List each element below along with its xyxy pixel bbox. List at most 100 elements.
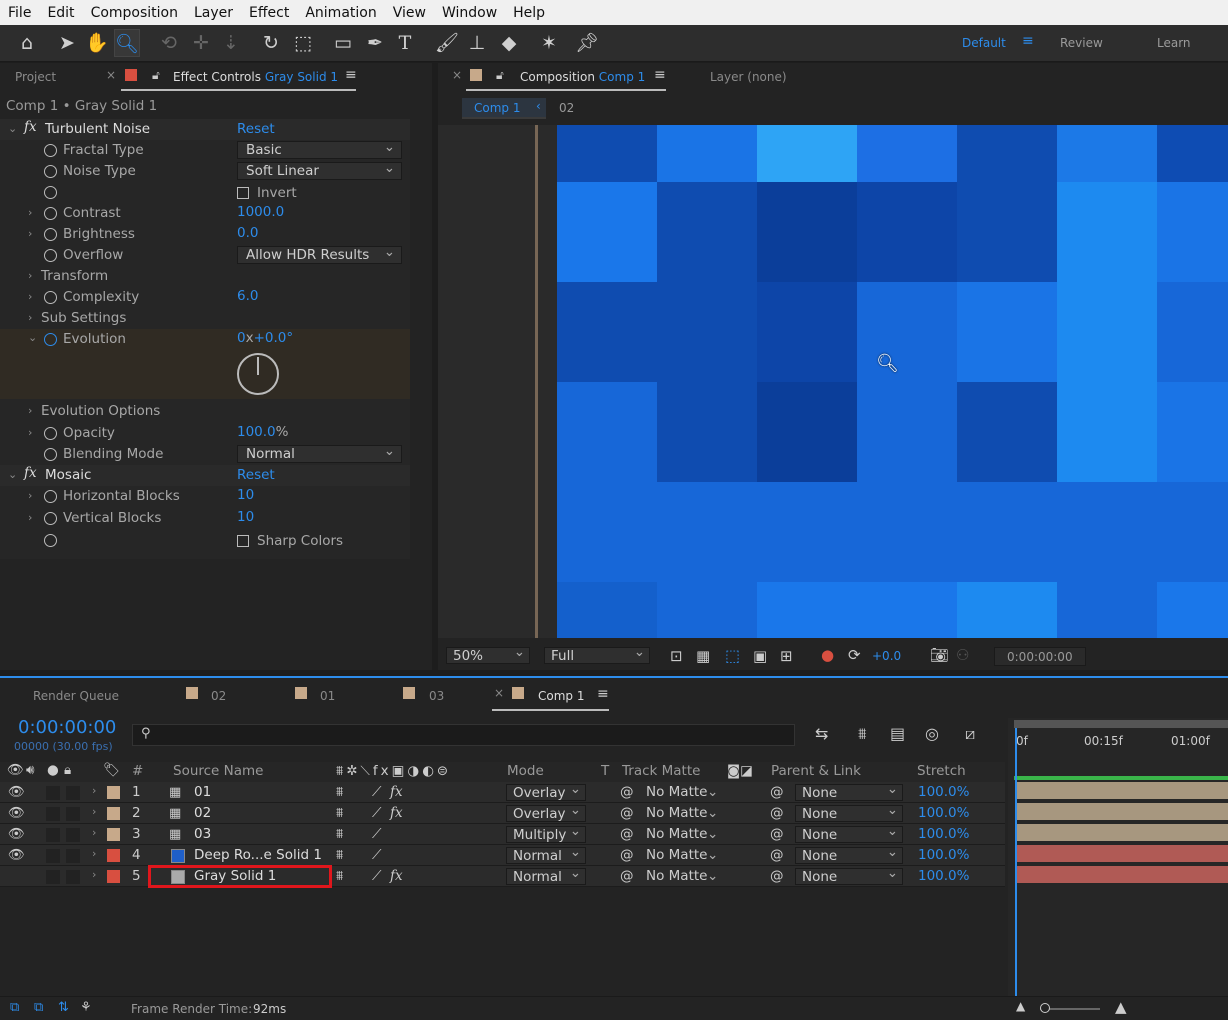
solo-switch[interactable]	[46, 849, 60, 863]
overflow-dropdown[interactable]: Allow HDR Results	[237, 244, 402, 264]
tab-03[interactable]: 03	[429, 689, 444, 703]
column-num[interactable]: #	[132, 763, 143, 779]
track-matte-pickwhip-icon[interactable]: @	[620, 868, 634, 884]
lock-switch[interactable]	[66, 870, 80, 884]
track-matte-value[interactable]: No Matte	[646, 868, 707, 884]
fast-previews-icon[interactable]: ⊡	[670, 647, 683, 665]
parent-pickwhip-icon[interactable]: @	[770, 847, 784, 863]
render-queue-tab[interactable]: Render Queue	[33, 689, 119, 703]
layer-name[interactable]: Deep Ro...e Solid 1	[194, 847, 322, 863]
evolution-value[interactable]: 0x+0.0°	[237, 330, 293, 346]
frame-blending-icon[interactable]: ▤	[890, 724, 905, 743]
track-matte-value[interactable]: No Matte	[646, 826, 707, 842]
chevron-right-icon[interactable]: ›	[28, 206, 32, 219]
contrast-value[interactable]: 1000.0	[237, 204, 284, 220]
opacity-value[interactable]: 100.0%	[237, 424, 288, 440]
snapshot-icon[interactable]: 📷︎	[930, 646, 949, 664]
chevron-right-icon[interactable]: ›	[28, 311, 32, 324]
layer-mode-dropdown[interactable]: Overlay	[506, 802, 586, 822]
work-area-bar[interactable]	[1014, 720, 1228, 728]
column-stretch[interactable]: Stretch	[917, 763, 966, 779]
workspace-menu-icon[interactable]: ≡	[1022, 33, 1034, 49]
layer-row[interactable]: 👁︎ › 2 ▦ 02 ⩩ ⟋ fx Overlay @ No Matte⌄ @ None 100.0%	[0, 802, 1005, 824]
motion-blur-icon[interactable]: ◎	[925, 724, 939, 743]
layer-mode-dropdown[interactable]: Normal	[506, 865, 586, 885]
brush-tool-icon[interactable]: 🖌︎	[434, 29, 460, 57]
rectangle-tool-icon[interactable]: ▭	[330, 29, 356, 57]
stopwatch-icon[interactable]	[44, 165, 57, 178]
blending-mode-dropdown[interactable]: Normal	[237, 443, 402, 463]
show-snapshot-icon[interactable]: ⚇	[956, 646, 969, 664]
layer-search-input[interactable]: ⚲	[132, 724, 795, 746]
puppet-pin-tool-icon[interactable]: 📌︎	[574, 29, 600, 57]
track-matte-value[interactable]: No Matte	[646, 805, 707, 821]
layer-row[interactable]: ›5Gray Solid 1⩩⟋fxNormal@No Matte⌄@None1…	[0, 865, 1005, 888]
workspace-learn[interactable]: Learn	[1157, 36, 1191, 50]
quality-switch-icon[interactable]: ⟋	[372, 784, 381, 800]
label-color-swatch[interactable]	[107, 870, 120, 883]
parent-pickwhip-icon[interactable]: @	[770, 784, 784, 800]
menu-view[interactable]: View	[385, 5, 434, 21]
eraser-tool-icon[interactable]: ◆	[496, 29, 522, 57]
shy-switch-icon[interactable]: ⩩	[336, 805, 343, 821]
eye-icon[interactable]: 👁︎	[8, 805, 25, 821]
layer-bar-4[interactable]	[1016, 845, 1228, 862]
lock-switch[interactable]	[66, 828, 80, 842]
label-column-icon[interactable]: 🏷︎	[103, 762, 120, 778]
toggle-switches-icon[interactable]: ⧉	[10, 1000, 19, 1015]
zoom-tool-icon[interactable]: 🔍︎	[114, 29, 140, 57]
lock-switch[interactable]	[66, 807, 80, 821]
time-ruler[interactable]: 0f 00:15f 01:00f	[1008, 718, 1228, 758]
stretch-value[interactable]: 100.0%	[918, 826, 969, 842]
track-matte-value[interactable]: No Matte	[646, 847, 707, 863]
parent-pickwhip-icon[interactable]: @	[770, 868, 784, 884]
shy-layers-icon[interactable]: ⩩	[858, 724, 867, 744]
layer-mode-dropdown[interactable]: Overlay	[506, 781, 586, 801]
close-tab-icon[interactable]: ×	[106, 68, 116, 82]
lock-switch[interactable]	[66, 849, 80, 863]
tab-02[interactable]: 02	[211, 689, 226, 703]
breadcrumb-comp1[interactable]: Comp 1 ‹	[462, 98, 546, 119]
clone-stamp-tool-icon[interactable]: ⊥	[464, 29, 490, 57]
zoom-dropdown[interactable]: 50%	[446, 644, 530, 664]
track-matte-pickwhip-icon[interactable]: @	[620, 847, 634, 863]
panel-menu-icon[interactable]: ≡	[345, 67, 357, 83]
current-time-indicator[interactable]	[1015, 728, 1017, 998]
parent-dropdown[interactable]: None	[795, 844, 903, 864]
label-color-swatch[interactable]	[107, 828, 120, 841]
menu-file[interactable]: File	[0, 5, 39, 21]
layer-row[interactable]: 👁︎ › 1 ▦ 01 ⩩ ⟋ fx Overlay @ No Matte⌄ @ None 100.0%	[0, 781, 1005, 803]
solo-column-icon[interactable]: ●	[47, 762, 59, 778]
guides-icon[interactable]: ⊞	[780, 647, 793, 665]
brightness-value[interactable]: 0.0	[237, 225, 258, 241]
column-t[interactable]: T	[601, 763, 609, 779]
stopwatch-icon[interactable]	[44, 249, 57, 262]
pan-tool-icon[interactable]: ✛	[188, 29, 214, 57]
layer-row[interactable]: 👁︎ › 4 Deep Ro...e Solid 1 ⩩ ⟋ Normal @ No Matte…	[0, 844, 1005, 866]
comp-mini-flowchart-icon[interactable]: ⇆	[815, 724, 828, 743]
chevron-right-icon[interactable]: ›	[28, 489, 32, 502]
chevron-right-icon[interactable]: ›	[92, 805, 96, 818]
stopwatch-icon[interactable]	[44, 534, 57, 547]
eye-icon[interactable]: 👁︎	[8, 784, 25, 800]
layer-mode-dropdown[interactable]: Normal	[506, 844, 586, 864]
breadcrumb-02[interactable]: 02	[559, 101, 574, 115]
track-matte-value[interactable]: No Matte	[646, 784, 707, 800]
resolution-dropdown[interactable]: Full	[544, 644, 650, 664]
timeline-track-area[interactable]	[1008, 728, 1228, 998]
solo-switch[interactable]	[46, 870, 60, 884]
stopwatch-icon[interactable]	[44, 144, 57, 157]
stopwatch-icon[interactable]	[44, 291, 57, 304]
visibility-column-icon[interactable]: 👁︎	[7, 762, 24, 778]
graph-editor-icon[interactable]: ⧄	[965, 724, 975, 744]
layer-name[interactable]: 02	[194, 805, 211, 821]
color-channels-icon[interactable]: ●	[821, 646, 834, 664]
quality-switch-icon[interactable]: ⟋	[372, 847, 381, 863]
chevron-right-icon[interactable]: ›	[28, 290, 32, 303]
label-color-swatch[interactable]	[107, 849, 120, 862]
chevron-down-icon[interactable]: ⌄	[8, 468, 17, 481]
eye-icon[interactable]: 👁︎	[8, 826, 25, 842]
parent-pickwhip-icon[interactable]: @	[770, 805, 784, 821]
layer-bar-5[interactable]	[1016, 866, 1228, 883]
mask-visibility-icon[interactable]: ⬚	[725, 646, 740, 665]
